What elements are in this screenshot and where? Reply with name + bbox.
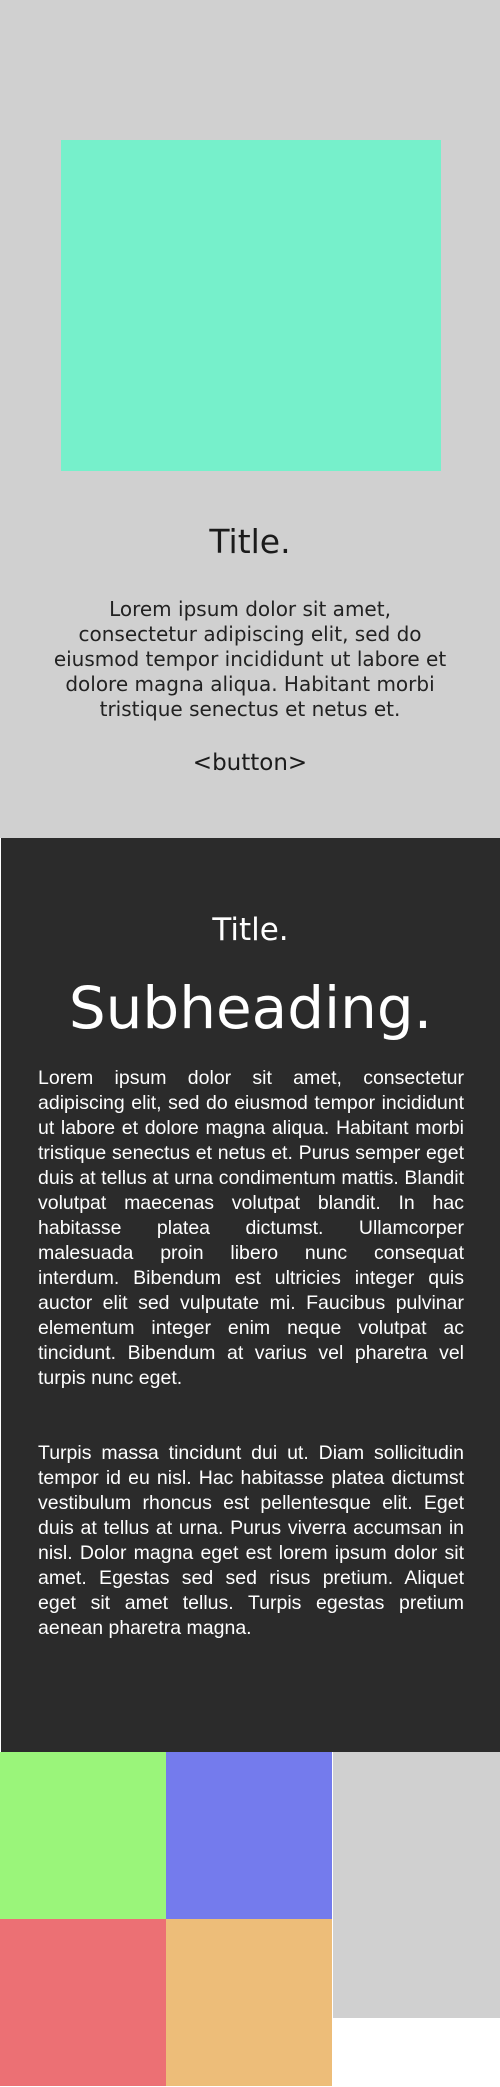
dark-section-paragraph: Lorem ipsum dolor sit amet, consectetur … xyxy=(38,1067,464,1389)
orange-tile xyxy=(166,1919,332,2086)
hero-body-text: Lorem ipsum dolor sit amet, consectetur … xyxy=(53,597,447,721)
hero-button[interactable]: <button> xyxy=(0,747,500,779)
hero-section: Title. Lorem ipsum dolor sit amet, conse… xyxy=(0,0,500,838)
dark-section-paragraph: Turpis massa tincidunt dui ut. Diam soll… xyxy=(38,1442,464,1639)
dark-section-title: Title. xyxy=(212,912,289,948)
red-tile xyxy=(0,1919,166,2086)
blue-tile xyxy=(166,1752,332,1919)
hero-image-placeholder xyxy=(61,140,441,471)
gray-tile xyxy=(333,1752,500,2018)
dark-section-subheading: Subheading. xyxy=(68,974,433,1042)
green-tile xyxy=(0,1752,166,1919)
dark-content-section: Title. Subheading. Lorem ipsum dolor sit… xyxy=(1,838,500,1752)
hero-title: Title. xyxy=(209,522,291,561)
color-tile-grid xyxy=(0,1752,500,2087)
